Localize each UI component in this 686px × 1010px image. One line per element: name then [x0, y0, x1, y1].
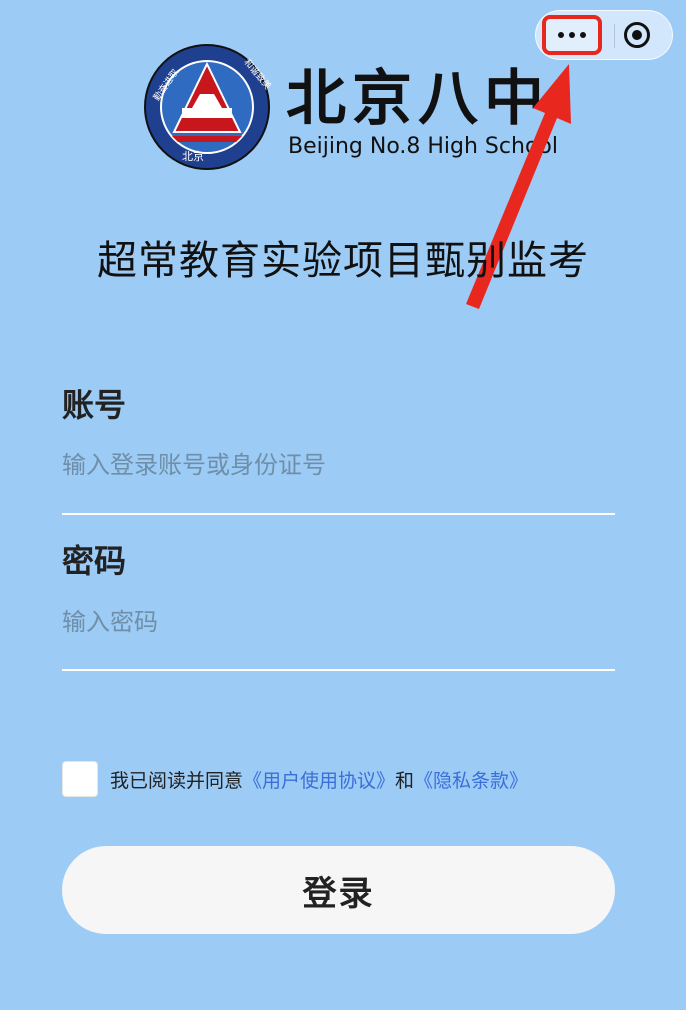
account-input[interactable] — [62, 440, 614, 490]
logo-name-cn: 北京八中 — [286, 64, 550, 134]
agreement-checkbox[interactable] — [62, 761, 98, 797]
page-title: 超常教育实验项目甄别监考 — [97, 238, 589, 284]
agreement-and: 和 — [395, 770, 415, 792]
login-button[interactable]: 登录 — [62, 846, 615, 934]
password-underline — [62, 669, 615, 671]
agreement-text: 我已阅读并同意《用户使用协议》和《隐私条款》 — [110, 766, 528, 793]
account-label: 账号 — [62, 386, 127, 424]
agreement-prefix: 我已阅读并同意 — [110, 770, 244, 792]
target-close-icon[interactable] — [624, 22, 650, 48]
more-dots-icon[interactable] — [542, 15, 602, 55]
logo-name-en: Beijing No.8 High School — [288, 134, 558, 159]
capsule-divider — [614, 24, 615, 48]
school-emblem-icon: 北京 勤奋进取 和谐致美 — [144, 44, 272, 170]
capsule-menu — [535, 10, 673, 60]
account-underline — [62, 513, 615, 515]
password-label: 密码 — [62, 542, 127, 580]
password-input[interactable] — [62, 597, 614, 647]
user-agreement-link[interactable]: 《用户使用协议》 — [243, 770, 395, 792]
emblem-text-bottom: 北京 — [182, 149, 204, 163]
privacy-link[interactable]: 《隐私条款》 — [414, 770, 528, 792]
